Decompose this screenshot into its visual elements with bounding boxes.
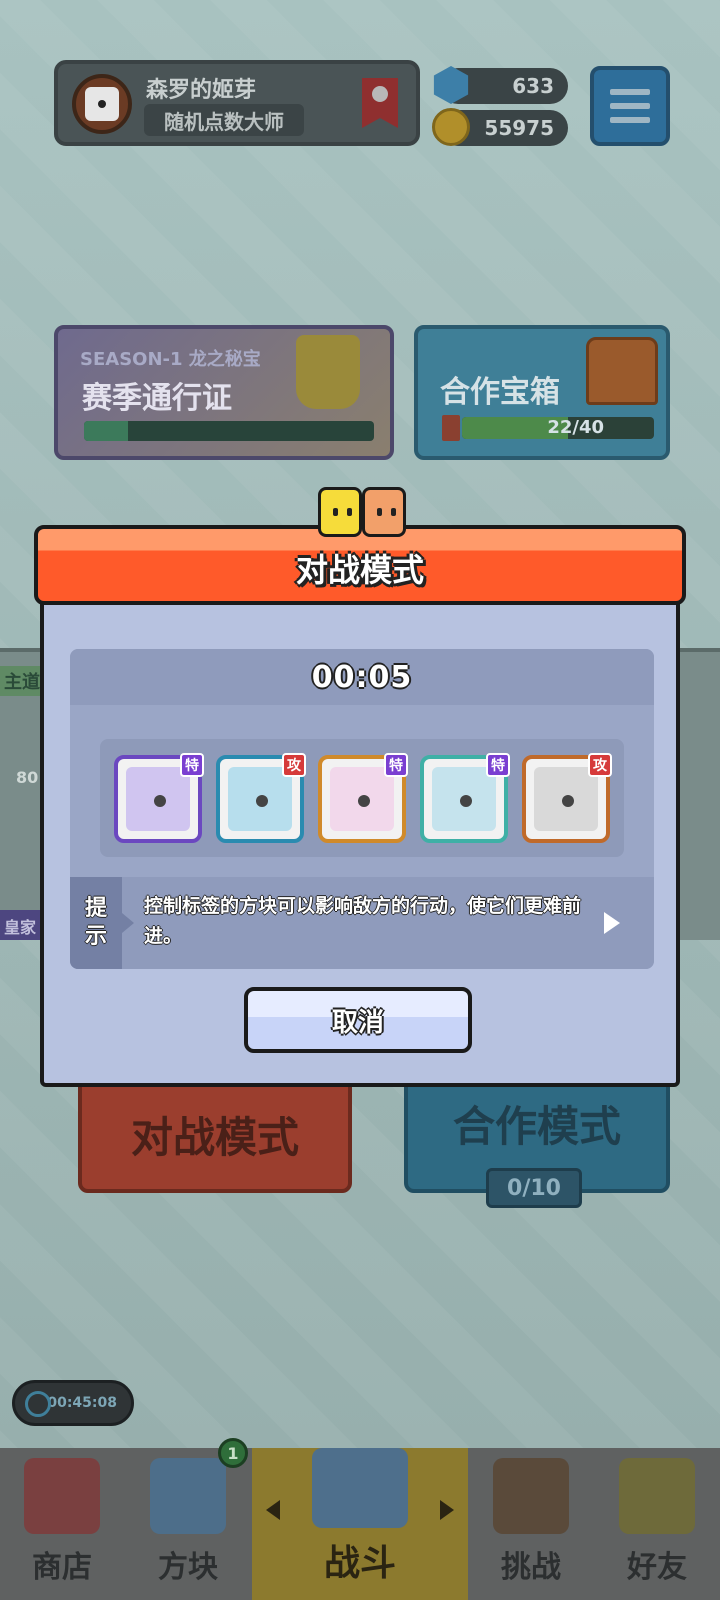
nav-battle-label: 战斗: [323, 1543, 396, 1584]
trophy-icon: [296, 335, 360, 409]
dice-box-icon: [150, 1458, 226, 1534]
avatar: [72, 74, 132, 134]
nav-battle[interactable]: 战斗: [252, 1448, 468, 1600]
battle-mode-modal: 对战模式 00:05 特 攻 特 特 攻 提 示 控制标签的方块可以影响敌方的行动，使它…: [34, 487, 686, 1087]
hamburger-icon: [610, 89, 650, 95]
nav-friends-label: 好友: [627, 1550, 687, 1585]
dice-pip-icon: [256, 795, 268, 807]
countdown-timer: 00:05: [311, 659, 413, 695]
dice-notification-badge: 1: [218, 1438, 248, 1468]
challenge-sign-icon: [493, 1458, 569, 1534]
stopwatch-icon: [25, 1391, 51, 1417]
player-name: 森罗的姬芽: [146, 78, 257, 103]
orange-dice-mascot-icon: [362, 487, 406, 537]
right-side-panel: [680, 648, 720, 940]
side-panel-bottom: 皇家: [0, 910, 44, 940]
deck-dice-card: 特: [318, 753, 408, 843]
player-profile[interactable]: 森罗的姬芽 随机点数大师: [54, 60, 420, 146]
season-subtitle: SEASON-1 龙之秘宝: [80, 349, 261, 370]
nav-shop[interactable]: 商店: [0, 1448, 124, 1600]
coop-mode-count: 0/10: [486, 1168, 582, 1208]
hint-text: 控制标签的方块可以影响敌方的行动，使它们更难前进。: [144, 895, 582, 947]
hint-row: 提 示 控制标签的方块可以影响敌方的行动，使它们更难前进。: [70, 877, 654, 969]
season-title: 赛季通行证: [82, 381, 232, 416]
coin-counter[interactable]: 55975: [432, 108, 568, 146]
dice-pip-icon: [358, 795, 370, 807]
hint-label-char-2: 示: [84, 924, 107, 949]
coin-icon: [432, 108, 470, 146]
menu-button[interactable]: [590, 66, 670, 146]
deck-dice-card: 特: [114, 753, 204, 843]
card-icon: [442, 415, 460, 441]
dice-type-tag: 攻: [282, 753, 306, 777]
chevron-left-icon[interactable]: [266, 1500, 280, 1520]
shop-icon: [24, 1458, 100, 1534]
nav-challenge[interactable]: 挑战: [468, 1448, 594, 1600]
hint-label-char-1: 提: [84, 896, 107, 921]
gem-amount: 633: [512, 74, 554, 98]
left-side-panel: 主道 80 皇家: [0, 648, 44, 940]
nav-shop-label: 商店: [32, 1550, 92, 1585]
dice-type-tag: 攻: [588, 753, 612, 777]
event-timer-text: 00:45:08: [47, 1395, 117, 1411]
gem-counter[interactable]: 633: [433, 66, 568, 104]
deck-dice-card: 特: [420, 753, 510, 843]
dice-type-tag: 特: [486, 753, 510, 777]
coop-chest-title: 合作宝箱: [440, 375, 560, 410]
dice-avatar-icon: [85, 87, 119, 121]
chevron-right-icon[interactable]: [440, 1500, 454, 1520]
nav-dice[interactable]: 方块: [124, 1448, 252, 1600]
coop-chest-card[interactable]: 合作宝箱 22/40: [414, 325, 670, 460]
season-progress-bar: [84, 421, 374, 441]
nav-friends[interactable]: 好友: [594, 1448, 720, 1600]
dice-type-tag: 特: [180, 753, 204, 777]
chest-icon: [586, 337, 658, 405]
player-title: 随机点数大师: [144, 104, 304, 136]
season-pass-card[interactable]: SEASON-1 龙之秘宝 赛季通行证: [54, 325, 394, 460]
event-timer[interactable]: 00:45:08: [12, 1380, 134, 1426]
nav-dice-label: 方块: [158, 1550, 218, 1585]
modal-title: 对战模式: [295, 551, 424, 589]
countdown-row: 00:05: [70, 649, 654, 705]
cancel-button[interactable]: 取消: [244, 987, 472, 1053]
deck-area: 特攻特特攻: [100, 739, 624, 857]
deck-dice-card: 攻: [522, 753, 612, 843]
side-panel-number: 80: [16, 768, 39, 787]
friends-icon: [619, 1458, 695, 1534]
mascots: [314, 487, 410, 543]
modal-body: 00:05 特 攻 特 特 攻 提 示 控制标签的方块可以影响敌方的行动，使它们更难前进…: [40, 595, 680, 1087]
deck-dice-card: 攻: [216, 753, 306, 843]
dice-pip-icon: [154, 795, 166, 807]
battle-mode-button[interactable]: 对战模式: [78, 1075, 352, 1193]
rank-ribbon-icon[interactable]: [362, 78, 398, 128]
hint-label: 提 示: [70, 877, 134, 969]
side-panel-tag: 主道: [0, 666, 44, 696]
coin-amount: 55975: [484, 116, 554, 140]
bottom-nav: 商店 方块 战斗 挑战 好友: [0, 1448, 720, 1600]
dice-type-tag: 特: [384, 753, 408, 777]
dice-pip-icon: [562, 795, 574, 807]
next-hint-arrow-icon[interactable]: [600, 911, 624, 935]
dice-pip-icon: [460, 795, 472, 807]
nav-challenge-label: 挑战: [501, 1550, 561, 1585]
coop-chest-progress-text: 22/40: [547, 417, 604, 438]
yellow-dice-mascot-icon: [318, 487, 362, 537]
sword-shield-icon: [312, 1448, 408, 1528]
matchmaking-panel: 00:05 特 攻 特 特 攻 提 示 控制标签的方块可以影响敌方的行动，使它们更难前进…: [70, 649, 654, 969]
